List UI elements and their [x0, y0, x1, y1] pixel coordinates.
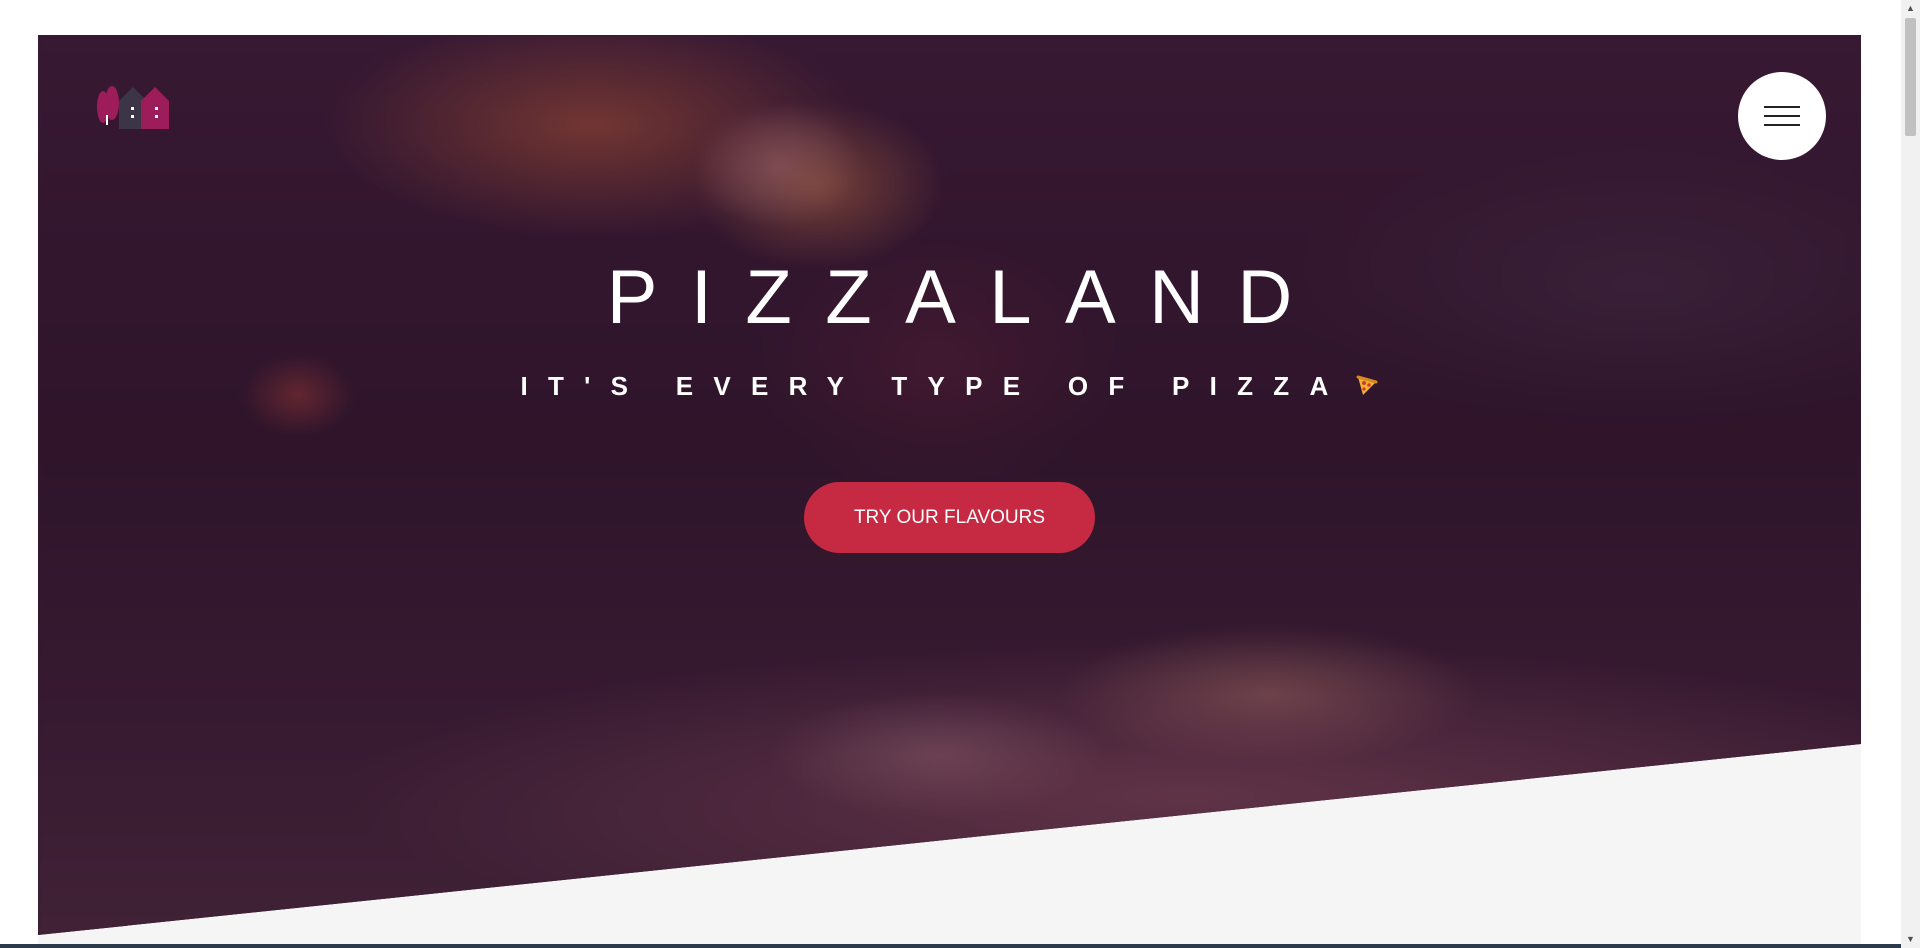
hero-subtitle: IT'S EVERY TYPE OF PIZZA [38, 373, 1861, 399]
page-body: PIZZALAND IT'S EVERY TYPE OF PIZZA TRY O… [38, 35, 1861, 948]
try-our-flavours-button[interactable]: TRY OUR FLAVOURS [804, 482, 1095, 553]
bottom-edge-strip [0, 944, 1901, 948]
scroll-up-arrow-icon[interactable]: ▲ [1901, 0, 1920, 17]
pizza-slice-icon [1355, 374, 1379, 398]
hamburger-menu-button[interactable] [1738, 72, 1826, 160]
scrollbar-thumb[interactable] [1905, 18, 1916, 136]
scroll-down-arrow-icon[interactable]: ▼ [1901, 931, 1920, 948]
hero-section: PIZZALAND IT'S EVERY TYPE OF PIZZA TRY O… [38, 35, 1861, 935]
logo-icon[interactable] [93, 85, 173, 133]
hero-title: PIZZALAND [606, 255, 1326, 340]
hero-subtitle-text: IT'S EVERY TYPE OF PIZZA [520, 371, 1349, 401]
browser-viewport: PIZZALAND IT'S EVERY TYPE OF PIZZA TRY O… [0, 0, 1901, 948]
page-scrollbar[interactable]: ▲ ▼ [1901, 0, 1920, 948]
